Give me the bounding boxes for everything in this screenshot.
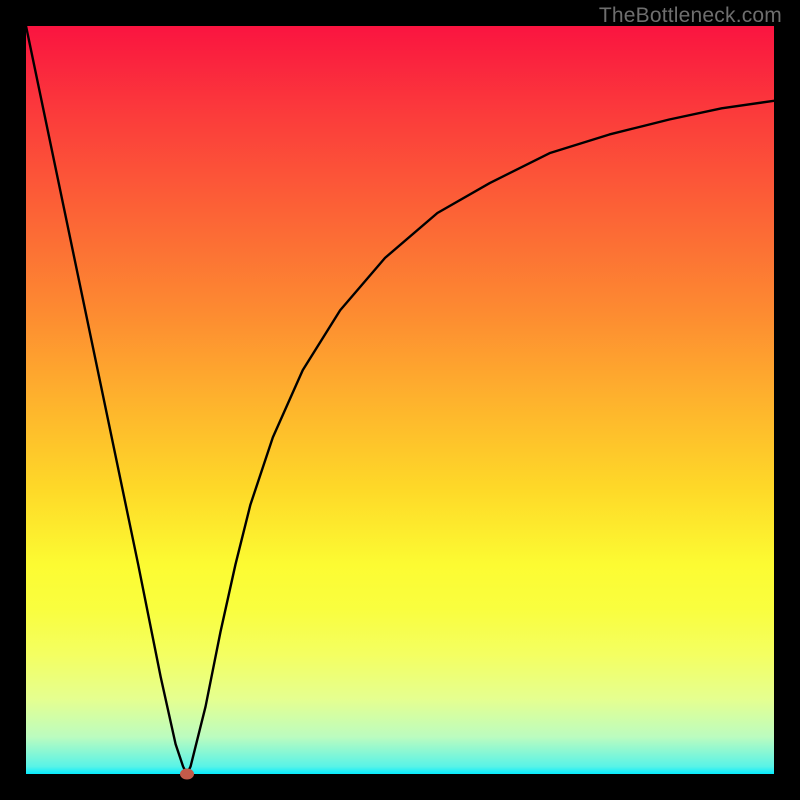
minimum-marker [180, 769, 194, 780]
chart-plot-area [26, 26, 774, 774]
watermark-text: TheBottleneck.com [599, 4, 782, 28]
bottleneck-curve [26, 26, 774, 774]
